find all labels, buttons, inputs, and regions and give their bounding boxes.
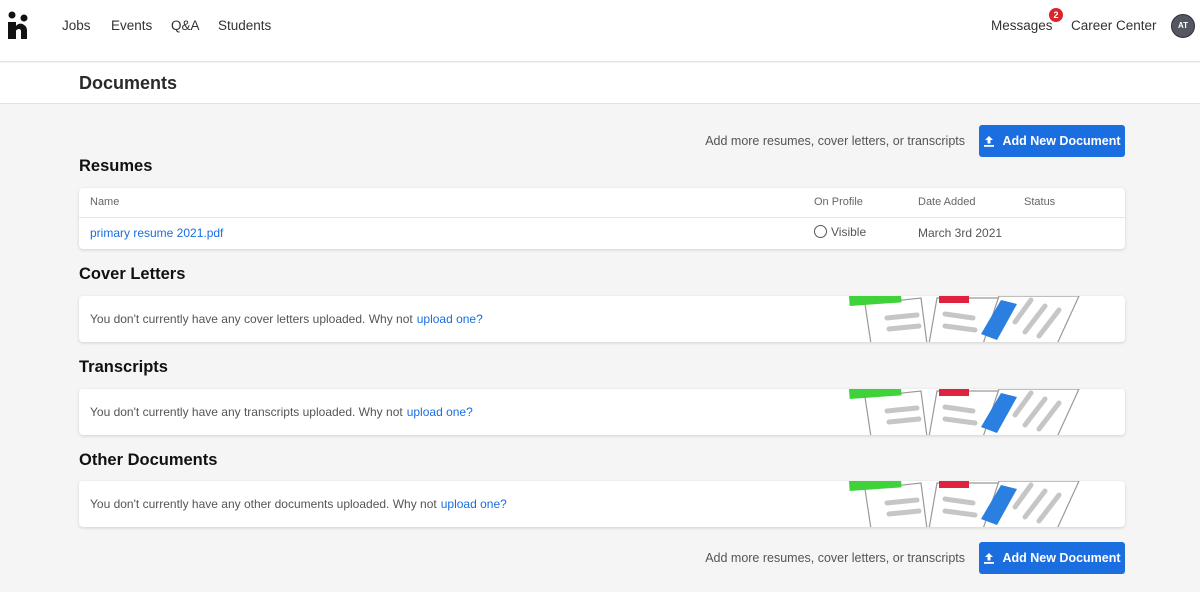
nav-events[interactable]: Events	[111, 18, 152, 33]
resumes-title: Resumes	[79, 157, 153, 175]
add-new-document-button[interactable]: Add New Document	[979, 542, 1125, 574]
upload-icon	[984, 553, 995, 564]
upload-transcript-link[interactable]: upload one?	[407, 405, 473, 419]
cover-letters-card: You don't currently have any cover lette…	[79, 296, 1125, 342]
resumes-table-header: Name On Profile Date Added Status	[79, 188, 1125, 218]
transcripts-title: Transcripts	[79, 358, 168, 376]
upload-cover-letter-link[interactable]: upload one?	[417, 312, 483, 326]
nav-jobs[interactable]: Jobs	[62, 18, 91, 33]
col-on-profile: On Profile	[814, 196, 863, 208]
documents-illustration-icon	[849, 481, 1080, 527]
messages-count-badge: 2	[1049, 8, 1063, 22]
add-document-row-bottom: Add more resumes, cover letters, or tran…	[705, 542, 1125, 574]
resumes-table: Name On Profile Date Added Status primar…	[79, 188, 1125, 249]
upload-icon	[984, 136, 995, 147]
transcripts-empty-message: You don't currently have any transcripts…	[90, 405, 473, 419]
nav-career-center[interactable]: Career Center	[1071, 18, 1157, 33]
visibility-radio-icon[interactable]	[814, 225, 827, 238]
add-new-document-label: Add New Document	[1002, 551, 1121, 565]
table-row: primary resume 2021.pdf Visible March 3r…	[79, 218, 1125, 249]
other-documents-card: You don't currently have any other docum…	[79, 481, 1125, 527]
on-profile-toggle[interactable]: Visible	[814, 225, 866, 239]
visibility-label: Visible	[831, 225, 867, 239]
col-name: Name	[90, 196, 120, 208]
handshake-logo-icon[interactable]	[7, 11, 33, 39]
user-avatar[interactable]: AT	[1171, 14, 1195, 38]
nav-messages[interactable]: Messages	[991, 18, 1053, 33]
cover-letters-empty-message: You don't currently have any cover lette…	[90, 312, 483, 326]
page-title: Documents	[79, 73, 178, 93]
add-document-hint: Add more resumes, cover letters, or tran…	[705, 134, 965, 148]
other-documents-title: Other Documents	[79, 451, 218, 469]
nav-qa[interactable]: Q&A	[171, 18, 200, 33]
add-document-row-top: Add more resumes, cover letters, or tran…	[705, 125, 1125, 157]
documents-illustration-icon	[849, 389, 1080, 435]
upload-other-document-link[interactable]: upload one?	[441, 497, 507, 511]
col-status: Status	[1024, 196, 1056, 208]
col-date-added: Date Added	[918, 196, 976, 208]
cover-letters-title: Cover Letters	[79, 265, 186, 283]
page-header: Documents	[0, 63, 1200, 104]
add-new-document-label: Add New Document	[1002, 134, 1121, 148]
empty-text: You don't currently have any cover lette…	[90, 312, 413, 326]
add-new-document-button[interactable]: Add New Document	[979, 125, 1125, 157]
add-document-hint: Add more resumes, cover letters, or tran…	[705, 551, 965, 565]
nav-students[interactable]: Students	[218, 18, 271, 33]
other-documents-empty-message: You don't currently have any other docum…	[90, 497, 507, 511]
empty-text: You don't currently have any other docum…	[90, 497, 437, 511]
date-added: March 3rd 2021	[918, 226, 1003, 240]
top-nav: Jobs Events Q&A Students Messages 2 Care…	[0, 0, 1200, 62]
documents-illustration-icon	[849, 296, 1080, 342]
resume-file-link[interactable]: primary resume 2021.pdf	[90, 226, 223, 240]
empty-text: You don't currently have any transcripts…	[90, 405, 403, 419]
transcripts-card: You don't currently have any transcripts…	[79, 389, 1125, 435]
